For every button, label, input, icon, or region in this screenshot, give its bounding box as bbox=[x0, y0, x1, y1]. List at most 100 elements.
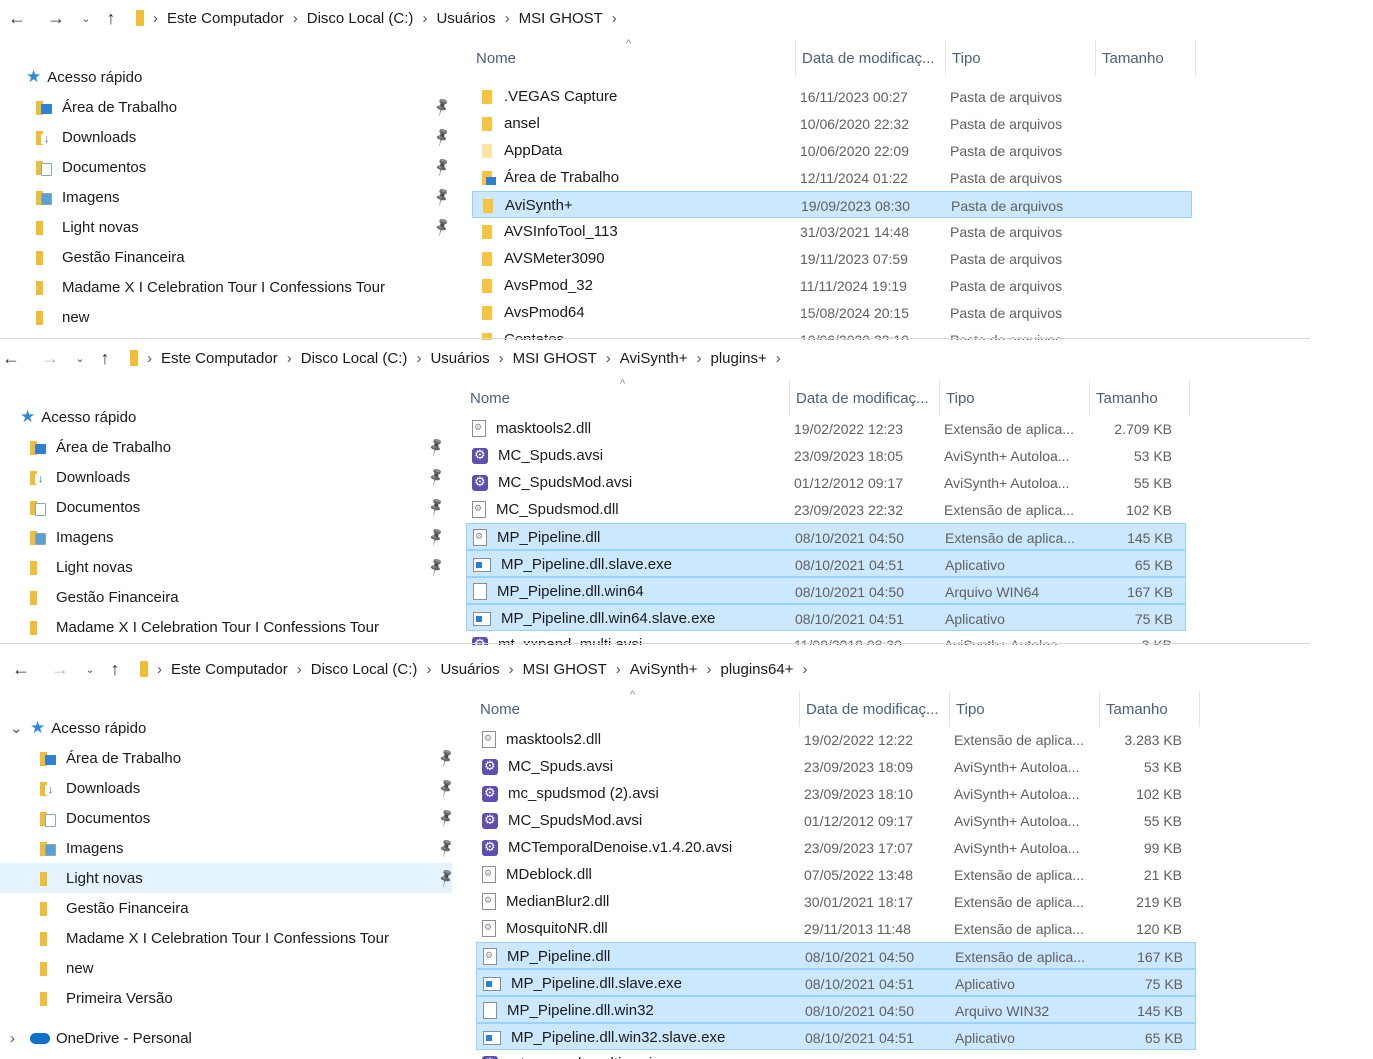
pin-icon[interactable]: 📌 bbox=[425, 526, 447, 548]
pin-icon[interactable]: 📌 bbox=[431, 156, 453, 178]
file-row[interactable]: MP_Pipeline.dll 08/10/2021 04:50 Extensão … bbox=[476, 942, 1196, 969]
pin-icon[interactable]: 📌 bbox=[431, 186, 453, 208]
column-header-date[interactable]: Data de modificaç... bbox=[806, 689, 939, 729]
file-row[interactable]: MP_Pipeline.dll.slave.exe 08/10/2021 04:5… bbox=[466, 550, 1186, 577]
pin-icon[interactable]: 📌 bbox=[431, 96, 453, 118]
file-row[interactable]: masktools2.dll 19/02/2022 12:22 Extensão d… bbox=[476, 726, 1196, 753]
pin-icon[interactable]: 📌 bbox=[435, 777, 457, 799]
file-row[interactable]: AvsPmod_32 11/11/2024 19:19 Pasta de arqui… bbox=[472, 272, 1192, 299]
file-row[interactable]: AppData 10/06/2020 22:09 Pasta de arquivos bbox=[472, 137, 1192, 164]
breadcrumb-item[interactable]: MSI GHOST bbox=[523, 661, 607, 678]
tree-item[interactable]: Madame X I Celebration Tour I Confession… bbox=[0, 923, 452, 953]
chevron-right-icon[interactable]: › bbox=[10, 1030, 15, 1047]
column-divider[interactable] bbox=[1195, 40, 1196, 76]
tree-item[interactable]: ★ Acesso rápido bbox=[0, 62, 452, 92]
column-header-name[interactable]: Nome bbox=[470, 378, 510, 418]
column-header-size[interactable]: Tamanho bbox=[1096, 378, 1158, 418]
file-row[interactable]: masktools2.dll 19/02/2022 12:23 Extensão d… bbox=[466, 415, 1186, 442]
pin-icon[interactable]: 📌 bbox=[435, 807, 457, 829]
chevron-right-icon[interactable]: › bbox=[776, 350, 781, 367]
file-row[interactable]: mt_xxpand_multi.avsi 11/09/2019 08:30 AviS… bbox=[476, 1050, 1196, 1059]
column-header-date[interactable]: Data de modificaç... bbox=[802, 38, 935, 78]
tree-item[interactable]: Gestão Financeira bbox=[0, 893, 452, 923]
column-divider[interactable] bbox=[939, 380, 940, 416]
column-header-name[interactable]: Nome bbox=[480, 689, 520, 729]
column-header-date[interactable]: Data de modificaç... bbox=[796, 378, 929, 418]
file-row[interactable]: AvsPmod64 15/08/2024 20:15 Pasta de arquiv… bbox=[472, 299, 1192, 326]
column-divider[interactable] bbox=[795, 40, 796, 76]
tree-item[interactable]: Área de Trabalho 📌 bbox=[0, 743, 457, 773]
pin-icon[interactable]: 📌 bbox=[425, 496, 447, 518]
tree-item[interactable]: Documentos 📌 bbox=[0, 803, 457, 833]
column-header-type[interactable]: Tipo bbox=[946, 378, 975, 418]
pin-icon[interactable]: 📌 bbox=[431, 216, 453, 238]
file-row[interactable]: AviSynth+ 19/09/2023 08:30 Pasta de arquiv… bbox=[472, 191, 1192, 218]
column-divider[interactable] bbox=[1199, 691, 1200, 727]
pin-icon[interactable]: 📌 bbox=[425, 436, 447, 458]
column-divider[interactable] bbox=[949, 691, 950, 727]
column-divider[interactable] bbox=[1189, 380, 1190, 416]
tree-item[interactable]: Madame X I Celebration Tour I Confession… bbox=[0, 272, 452, 302]
file-row[interactable]: MP_Pipeline.dll.win64 08/10/2021 04:50 Arq… bbox=[466, 577, 1186, 604]
file-row[interactable]: mc_spudsmod (2).avsi 23/09/2023 18:10 AviS… bbox=[476, 780, 1196, 807]
file-row[interactable]: MedianBlur2.dll 30/01/2021 18:17 Extensão … bbox=[476, 888, 1196, 915]
pin-icon[interactable]: 📌 bbox=[431, 126, 453, 148]
column-divider[interactable] bbox=[1095, 40, 1096, 76]
chevron-right-icon[interactable]: › bbox=[706, 661, 711, 678]
chevron-right-icon[interactable]: › bbox=[612, 10, 617, 27]
column-divider[interactable] bbox=[799, 691, 800, 727]
pin-icon[interactable]: 📌 bbox=[425, 556, 447, 578]
breadcrumb-item[interactable]: MSI GHOST bbox=[519, 10, 603, 27]
breadcrumb-item[interactable]: AviSynth+ bbox=[620, 350, 688, 367]
tree-item[interactable]: Área de Trabalho 📌 bbox=[0, 432, 452, 462]
file-row[interactable]: MosquitoNR.dll 29/11/2013 11:48 Extensão d… bbox=[476, 915, 1196, 942]
file-row[interactable]: MC_Spuds.avsi 23/09/2023 18:09 AviSynth+ A… bbox=[476, 753, 1196, 780]
pin-icon[interactable]: 📌 bbox=[435, 747, 457, 769]
tree-item[interactable]: Light novas 📌 bbox=[0, 212, 453, 242]
tree-item[interactable]: Madame X I Celebration Tour I Confession… bbox=[0, 612, 452, 642]
file-row[interactable]: MCTemporalDenoise.v1.4.20.avsi 23/09/2023… bbox=[476, 834, 1196, 861]
column-divider[interactable] bbox=[789, 380, 790, 416]
tree-item[interactable]: new bbox=[0, 302, 452, 332]
tree-item[interactable]: Imagens 📌 bbox=[0, 522, 452, 552]
chevron-right-icon[interactable]: › bbox=[802, 661, 807, 678]
column-divider[interactable] bbox=[1089, 380, 1090, 416]
file-row[interactable]: MP_Pipeline.dll 08/10/2021 04:50 Extensão … bbox=[466, 523, 1186, 550]
chevron-right-icon[interactable]: › bbox=[696, 350, 701, 367]
column-header-name[interactable]: Nome bbox=[476, 38, 516, 78]
tree-item[interactable]: Light novas 📌 bbox=[0, 863, 457, 893]
tree-item[interactable]: ↓ Downloads 📌 bbox=[0, 773, 457, 803]
file-row[interactable]: MP_Pipeline.dll.win32 08/10/2021 04:50 Arq… bbox=[476, 996, 1196, 1023]
file-row[interactable]: .VEGAS Capture 16/11/2023 00:27 Pasta de a… bbox=[472, 83, 1192, 110]
chevron-right-icon[interactable]: › bbox=[616, 661, 621, 678]
column-header-type[interactable]: Tipo bbox=[952, 38, 981, 78]
tree-item[interactable]: ↓ Downloads 📌 bbox=[0, 122, 453, 152]
chevron-right-icon[interactable]: › bbox=[606, 350, 611, 367]
tree-item[interactable]: › OneDrive - Personal bbox=[0, 1023, 452, 1053]
column-header-size[interactable]: Tamanho bbox=[1106, 689, 1168, 729]
breadcrumb-item[interactable]: MSI GHOST bbox=[513, 350, 597, 367]
tree-item[interactable]: ⌄ ★ Acesso rápido bbox=[0, 713, 452, 743]
pin-icon[interactable]: 📌 bbox=[435, 837, 457, 859]
column-divider[interactable] bbox=[1099, 691, 1100, 727]
file-row[interactable]: Área de Trabalho 12/11/2024 01:22 Pasta de… bbox=[472, 164, 1192, 191]
chevron-right-icon[interactable]: › bbox=[509, 661, 514, 678]
tree-item[interactable]: ★ Acesso rápido bbox=[0, 402, 452, 432]
tree-item[interactable]: Gestão Financeira bbox=[0, 242, 452, 272]
file-row[interactable]: MP_Pipeline.dll.win64.slave.exe 08/10/202… bbox=[466, 604, 1186, 631]
file-row[interactable]: MDeblock.dll 07/05/2022 13:48 Extensão de … bbox=[476, 861, 1196, 888]
chevron-right-icon[interactable]: › bbox=[499, 350, 504, 367]
file-row[interactable]: MP_Pipeline.dll.slave.exe 08/10/2021 04:5… bbox=[476, 969, 1196, 996]
tree-item[interactable]: Documentos 📌 bbox=[0, 492, 452, 522]
tree-item[interactable]: ↓ Downloads 📌 bbox=[0, 462, 452, 492]
file-row[interactable]: MC_SpudsMod.avsi 01/12/2012 09:17 AviSynth… bbox=[476, 807, 1196, 834]
chevron-right-icon[interactable]: › bbox=[505, 10, 510, 27]
file-row[interactable]: AVSMeter3090 19/11/2023 07:59 Pasta de arq… bbox=[472, 245, 1192, 272]
breadcrumb-item[interactable]: plugins64+ bbox=[720, 661, 793, 678]
tree-item[interactable]: Imagens 📌 bbox=[0, 182, 453, 212]
tree-item[interactable]: Imagens 📌 bbox=[0, 833, 457, 863]
pin-icon[interactable]: 📌 bbox=[425, 466, 447, 488]
file-row[interactable]: AVSInfoTool_113 31/03/2021 14:48 Pasta de … bbox=[472, 218, 1192, 245]
tree-item[interactable]: Gestão Financeira bbox=[0, 582, 452, 612]
file-row[interactable]: MC_Spudsmod.dll 23/09/2023 22:32 Extensão … bbox=[466, 496, 1186, 523]
